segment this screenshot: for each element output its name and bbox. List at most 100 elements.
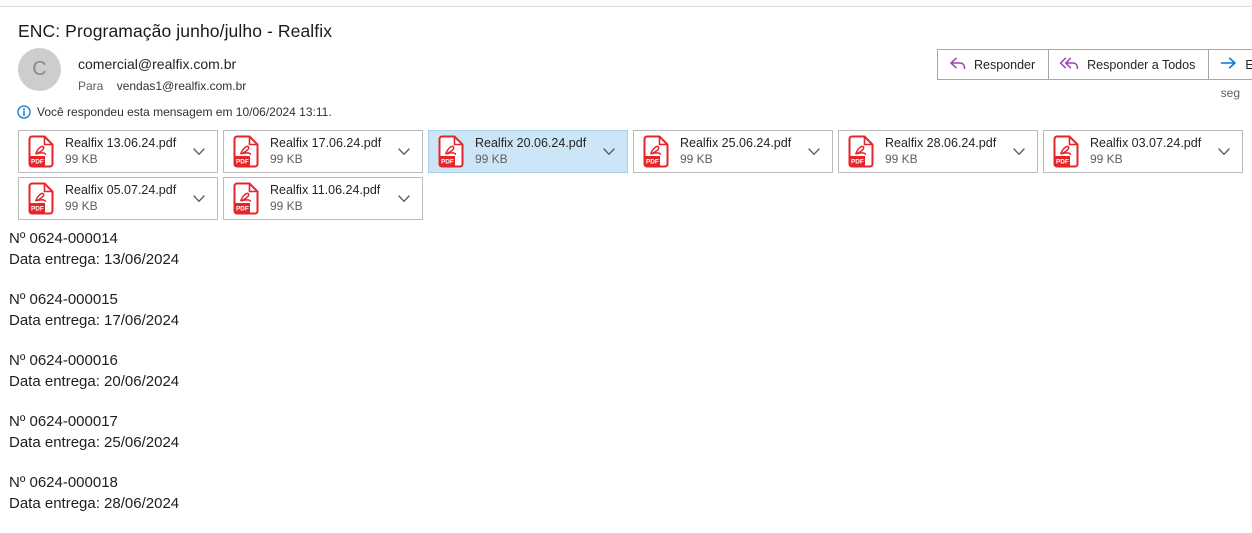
reply-all-button-label: Responder a Todos	[1087, 58, 1195, 72]
forward-button[interactable]: Encaminhar	[1208, 49, 1252, 80]
email-body: Nº 0624-000014 Data entrega: 13/06/2024 …	[9, 228, 179, 533]
reply-button-label: Responder	[974, 58, 1035, 72]
attachment-name: Realfix 05.07.24.pdf	[65, 183, 187, 199]
attachment-card[interactable]: PDF Realfix 11.06.24.pdf 99 KB	[223, 177, 423, 220]
attachment-card[interactable]: PDF Realfix 17.06.24.pdf 99 KB	[223, 130, 423, 173]
attachment-size: 99 KB	[475, 152, 597, 167]
sender-email[interactable]: comercial@realfix.com.br	[78, 56, 236, 72]
order-number: Nº 0624-000016	[9, 350, 179, 371]
reply-button[interactable]: Responder	[937, 49, 1049, 80]
order-delivery-date: Data entrega: 17/06/2024	[9, 310, 179, 331]
order-block: Nº 0624-000018 Data entrega: 28/06/2024	[9, 472, 179, 514]
svg-text:PDF: PDF	[1056, 158, 1069, 165]
pdf-file-icon: PDF	[233, 182, 259, 215]
attachment-card[interactable]: PDF Realfix 20.06.24.pdf 99 KB	[428, 130, 628, 173]
pdf-file-icon: PDF	[233, 135, 259, 168]
svg-text:PDF: PDF	[236, 158, 249, 165]
order-block: Nº 0624-000017 Data entrega: 25/06/2024	[9, 411, 179, 453]
attachment-texts: Realfix 03.07.24.pdf 99 KB	[1090, 136, 1212, 167]
order-delivery-date: Data entrega: 25/06/2024	[9, 432, 179, 453]
replied-info-text: Você respondeu esta mensagem em 10/06/20…	[37, 105, 332, 119]
attachment-dropdown-button[interactable]	[392, 185, 416, 213]
order-delivery-date: Data entrega: 20/06/2024	[9, 371, 179, 392]
attachment-size: 99 KB	[65, 152, 187, 167]
recipient-email[interactable]: vendas1@realfix.com.br	[117, 79, 247, 93]
order-delivery-date: Data entrega: 28/06/2024	[9, 493, 179, 514]
attachment-card[interactable]: PDF Realfix 13.06.24.pdf 99 KB	[18, 130, 218, 173]
order-number: Nº 0624-000015	[9, 289, 179, 310]
attachment-texts: Realfix 13.06.24.pdf 99 KB	[65, 136, 187, 167]
attachment-dropdown-button[interactable]	[597, 138, 621, 166]
svg-text:PDF: PDF	[646, 158, 659, 165]
attachment-dropdown-button[interactable]	[1007, 138, 1031, 166]
info-icon	[17, 105, 31, 119]
sender-avatar[interactable]: C	[18, 48, 61, 91]
attachment-card[interactable]: PDF Realfix 05.07.24.pdf 99 KB	[18, 177, 218, 220]
attachment-name: Realfix 11.06.24.pdf	[270, 183, 392, 199]
attachment-dropdown-button[interactable]	[187, 185, 211, 213]
email-action-buttons: Responder Responder a Todos Encaminhar	[938, 49, 1252, 80]
chevron-down-icon	[1218, 148, 1230, 156]
order-delivery-date: Data entrega: 13/06/2024	[9, 249, 179, 270]
attachment-dropdown-button[interactable]	[1212, 138, 1236, 166]
order-block: Nº 0624-000016 Data entrega: 20/06/2024	[9, 350, 179, 392]
svg-text:PDF: PDF	[31, 158, 44, 165]
svg-text:PDF: PDF	[236, 205, 249, 212]
reply-icon	[948, 56, 967, 74]
attachment-texts: Realfix 20.06.24.pdf 99 KB	[475, 136, 597, 167]
forward-icon	[1219, 56, 1238, 73]
attachment-card[interactable]: PDF Realfix 03.07.24.pdf 99 KB	[1043, 130, 1243, 173]
attachment-texts: Realfix 28.06.24.pdf 99 KB	[885, 136, 1007, 167]
svg-text:PDF: PDF	[851, 158, 864, 165]
pdf-file-icon: PDF	[28, 135, 54, 168]
reply-all-icon	[1059, 56, 1080, 74]
avatar-initial: C	[32, 58, 46, 81]
recipient-line: Para vendas1@realfix.com.br	[78, 79, 246, 93]
attachments-grid: PDF Realfix 13.06.24.pdf 99 KB PDF Realf…	[18, 130, 1249, 220]
attachment-dropdown-button[interactable]	[392, 138, 416, 166]
email-subject: ENC: Programação junho/julho - Realfix	[18, 21, 332, 42]
attachment-card[interactable]: PDF Realfix 25.06.24.pdf 99 KB	[633, 130, 833, 173]
attachment-name: Realfix 28.06.24.pdf	[885, 136, 1007, 152]
pdf-file-icon: PDF	[643, 135, 669, 168]
attachment-texts: Realfix 17.06.24.pdf 99 KB	[270, 136, 392, 167]
attachment-size: 99 KB	[1090, 152, 1212, 167]
order-number: Nº 0624-000017	[9, 411, 179, 432]
attachment-name: Realfix 20.06.24.pdf	[475, 136, 597, 152]
pdf-file-icon: PDF	[848, 135, 874, 168]
order-block: Nº 0624-000014 Data entrega: 13/06/2024	[9, 228, 179, 270]
order-number: Nº 0624-000014	[9, 228, 179, 249]
svg-text:PDF: PDF	[31, 205, 44, 212]
attachment-size: 99 KB	[885, 152, 1007, 167]
attachment-size: 99 KB	[65, 199, 187, 214]
attachment-dropdown-button[interactable]	[802, 138, 826, 166]
pane-top-strip	[0, 0, 1252, 7]
pdf-file-icon: PDF	[1053, 135, 1079, 168]
attachment-texts: Realfix 05.07.24.pdf 99 KB	[65, 183, 187, 214]
attachment-texts: Realfix 11.06.24.pdf 99 KB	[270, 183, 392, 214]
chevron-down-icon	[193, 148, 205, 156]
chevron-down-icon	[808, 148, 820, 156]
order-block: Nº 0624-000015 Data entrega: 17/06/2024	[9, 289, 179, 331]
chevron-down-icon	[603, 148, 615, 156]
forward-button-label: Encaminhar	[1245, 58, 1252, 72]
pdf-file-icon: PDF	[438, 135, 464, 168]
reply-all-button[interactable]: Responder a Todos	[1048, 49, 1209, 80]
order-number: Nº 0624-000018	[9, 472, 179, 493]
pdf-file-icon: PDF	[28, 182, 54, 215]
replied-info-bar: Você respondeu esta mensagem em 10/06/20…	[17, 105, 332, 119]
attachment-size: 99 KB	[270, 152, 392, 167]
chevron-down-icon	[398, 148, 410, 156]
attachment-size: 99 KB	[680, 152, 802, 167]
attachment-name: Realfix 25.06.24.pdf	[680, 136, 802, 152]
attachment-name: Realfix 03.07.24.pdf	[1090, 136, 1212, 152]
chevron-down-icon	[1013, 148, 1025, 156]
attachment-card[interactable]: PDF Realfix 28.06.24.pdf 99 KB	[838, 130, 1038, 173]
attachment-name: Realfix 17.06.24.pdf	[270, 136, 392, 152]
chevron-down-icon	[193, 195, 205, 203]
attachment-dropdown-button[interactable]	[187, 138, 211, 166]
attachment-texts: Realfix 25.06.24.pdf 99 KB	[680, 136, 802, 167]
svg-text:PDF: PDF	[441, 158, 454, 165]
chevron-down-icon	[398, 195, 410, 203]
received-date-truncated: seg	[1221, 86, 1240, 100]
